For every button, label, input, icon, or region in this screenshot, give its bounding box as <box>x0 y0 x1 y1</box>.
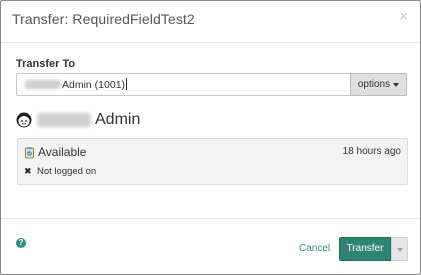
transfer-to-input[interactable]: Admin (1001) <box>16 73 350 96</box>
user-face-icon <box>16 112 32 128</box>
dialog-header: Transfer: RequiredFieldTest2 × <box>1 1 420 43</box>
redacted-name <box>25 80 61 89</box>
status-time: 18 hours ago <box>342 146 401 157</box>
user-status-panel: Available 18 hours ago ✖ Not logged on <box>17 138 408 185</box>
transfer-to-input-group: Admin (1001) options <box>16 73 407 96</box>
text-cursor <box>126 78 128 90</box>
chevron-down-icon <box>397 248 403 252</box>
cancel-button[interactable]: Cancel <box>299 243 330 254</box>
transfer-button[interactable]: Transfer <box>339 237 391 261</box>
transfer-options-button[interactable] <box>391 237 408 261</box>
options-button-label: options <box>357 79 391 90</box>
transfer-to-label: Transfer To <box>16 58 76 70</box>
dialog-title: Transfer: RequiredFieldTest2 <box>12 11 195 27</box>
logon-status: Not logged on <box>37 166 97 177</box>
selected-user: Admin <box>16 110 140 130</box>
close-icon[interactable]: × <box>399 9 408 24</box>
redacted-name <box>37 113 91 127</box>
transfer-dialog: Transfer: RequiredFieldTest2 × Transfer … <box>0 0 421 275</box>
chevron-down-icon <box>393 83 400 87</box>
status-available-icon <box>25 147 34 159</box>
user-name: Admin <box>95 111 141 128</box>
options-dropdown-button[interactable]: options <box>350 73 407 96</box>
footer-divider <box>1 218 420 219</box>
transfer-to-value: Admin (1001) <box>62 78 128 91</box>
help-icon[interactable]: ? <box>16 238 26 248</box>
status-state: Available <box>38 145 87 159</box>
x-icon: ✖ <box>24 166 32 176</box>
